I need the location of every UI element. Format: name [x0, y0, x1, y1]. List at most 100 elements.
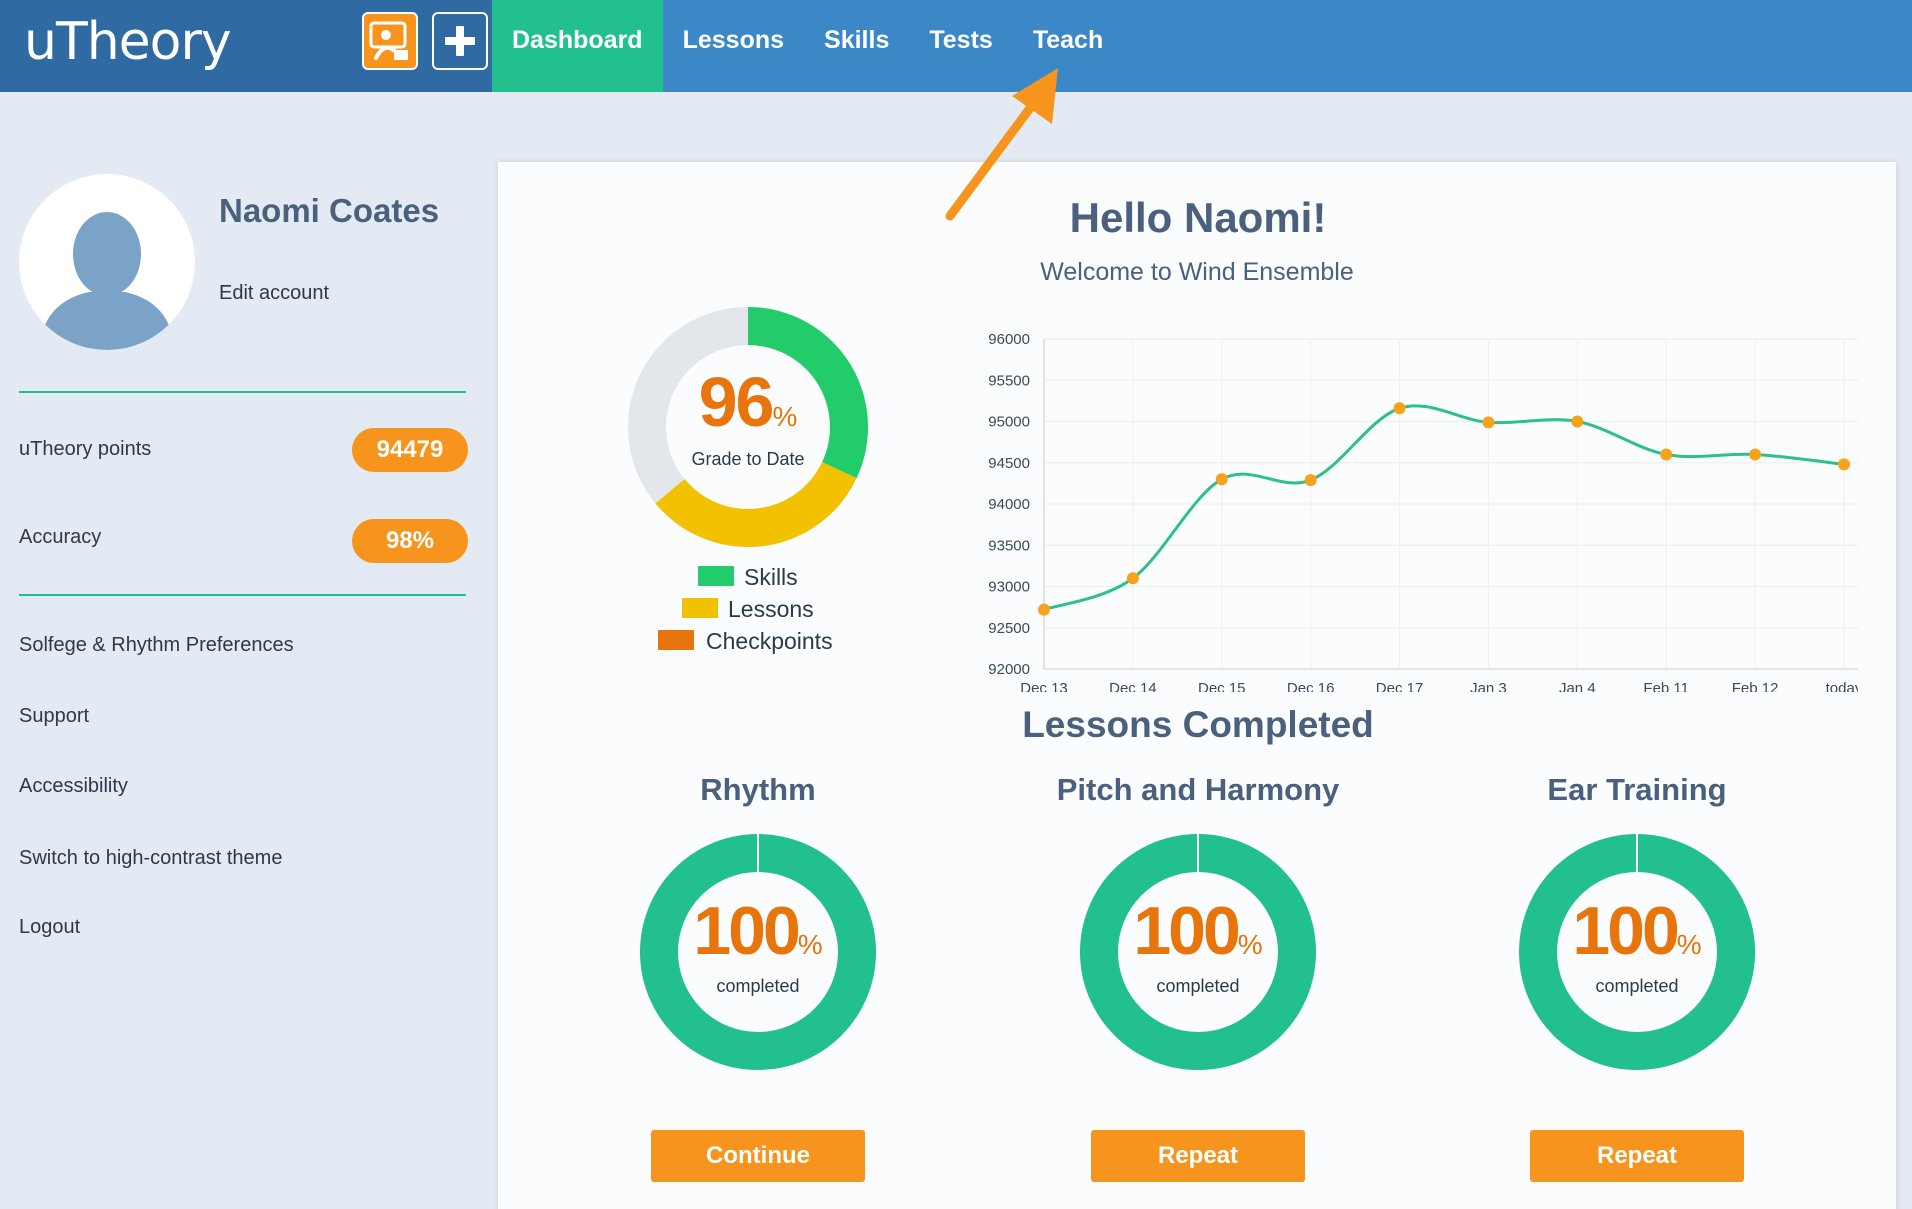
data-point[interactable] [1215, 473, 1228, 486]
nav-lessons[interactable]: Lessons [663, 0, 804, 92]
x-tick-label: Dec 15 [1198, 680, 1246, 692]
edit-account-link[interactable]: Edit account [219, 282, 329, 305]
lesson-unit: % [1237, 929, 1263, 960]
data-point[interactable] [1482, 416, 1495, 429]
y-tick-label: 93000 [988, 579, 1030, 596]
y-tick-label: 93500 [988, 537, 1030, 554]
lesson-caption: completed [716, 976, 800, 996]
lesson-title: Pitch and Harmony [1056, 772, 1340, 807]
lesson-caption: completed [1156, 976, 1240, 996]
data-point[interactable] [1393, 402, 1406, 415]
data-point[interactable] [1304, 474, 1317, 487]
x-tick-label: Feb 12 [1732, 680, 1779, 692]
legend-item: Checkpoints [638, 626, 858, 658]
lesson-rhythm: Rhythm 100% completed Continue [608, 772, 908, 1182]
lesson-center: 100% completed [1080, 834, 1316, 1070]
y-tick-label: 94500 [988, 455, 1030, 472]
plus-icon [445, 26, 475, 56]
lesson-pitch-harmony: Pitch and Harmony 100% completed Repeat [1048, 772, 1348, 1182]
legend-label: Skills [744, 564, 798, 590]
points-label: uTheory points [19, 438, 152, 460]
avatar[interactable] [19, 174, 195, 350]
lesson-caption: completed [1595, 976, 1679, 996]
sidebar-item-high-contrast[interactable]: Switch to high-contrast theme [19, 847, 282, 870]
legend-label: Lessons [728, 596, 814, 622]
arrow-icon [945, 68, 1058, 221]
welcome-text: Welcome to Wind Ensemble [1040, 258, 1354, 286]
legend-swatch [682, 598, 718, 618]
points-line-chart: 92000 92500 93000 93500 94000 94500 95000 95500… [988, 331, 1858, 692]
lesson-number: 100 [693, 893, 800, 969]
x-tick-label: Feb 11 [1643, 680, 1689, 692]
grade-caption: Grade to Date [691, 449, 805, 469]
lesson-ear-training: Ear Training 100% completed Repeat [1487, 772, 1787, 1182]
data-point[interactable] [1660, 448, 1673, 461]
divider [19, 391, 466, 393]
lesson-title: Ear Training [1547, 772, 1727, 807]
repeat-button[interactable]: Repeat [1530, 1130, 1744, 1182]
teacher-icon [369, 21, 408, 60]
series-line [1043, 404, 1845, 612]
sidebar-item-support[interactable]: Support [19, 705, 89, 728]
grade-center: 96% Grade to Date [628, 307, 868, 547]
y-tick-label: 96000 [988, 331, 1030, 348]
dashboard-card: Hello Naomi! Welcome to Wind Ensemble 96… [498, 162, 1896, 1209]
lesson-value: 100% [1519, 892, 1755, 970]
accuracy-label: Accuracy [19, 526, 102, 548]
points-badge: 94479 [352, 428, 468, 472]
sidebar-item-preferences[interactable]: Solfege & Rhythm Preferences [19, 634, 294, 657]
x-tick-label: Dec 17 [1376, 680, 1424, 692]
legend-label: Checkpoints [706, 628, 833, 654]
data-point[interactable] [1571, 415, 1584, 428]
legend-swatch [658, 630, 694, 650]
x-tick-label: today [1826, 680, 1858, 692]
data-point[interactable] [1126, 572, 1139, 585]
data-point[interactable] [1038, 603, 1050, 616]
repeat-button[interactable]: Repeat [1091, 1130, 1305, 1182]
teacher-icon-button[interactable] [362, 12, 418, 70]
x-tick-label: Jan 4 [1559, 680, 1596, 692]
lesson-value: 100% [1080, 892, 1316, 970]
lesson-center: 100% completed [1519, 834, 1755, 1070]
sidebar-item-accessibility[interactable]: Accessibility [19, 775, 128, 798]
app-logo[interactable]: uTheory [24, 12, 232, 72]
lesson-unit: % [1676, 929, 1702, 960]
add-button[interactable] [432, 12, 488, 70]
lesson-value: 100% [640, 892, 876, 970]
data-point[interactable] [1838, 458, 1850, 471]
sidebar-item-logout[interactable]: Logout [19, 916, 80, 939]
grade-number: 96 [698, 363, 775, 441]
x-tick-label: Dec 13 [1020, 680, 1068, 692]
lesson-number: 100 [1133, 893, 1240, 969]
legend-item: Lessons [638, 594, 858, 626]
nav-dashboard[interactable]: Dashboard [492, 0, 663, 92]
lesson-center: 100% completed [640, 834, 876, 1070]
legend-swatch [698, 566, 734, 586]
lesson-number: 100 [1572, 893, 1679, 969]
accuracy-badge: 98% [352, 519, 468, 563]
y-tick-label: 95000 [988, 414, 1030, 431]
x-tick-label: Jan 3 [1470, 680, 1507, 692]
lesson-title: Rhythm [700, 772, 816, 807]
sidebar: Naomi Coates Edit account uTheory points… [0, 92, 480, 1209]
data-point[interactable] [1749, 448, 1762, 461]
grade-unit: % [772, 401, 798, 432]
grade-legend: Skills Lessons Checkpoints [638, 562, 858, 658]
nav-skills[interactable]: Skills [804, 0, 909, 92]
continue-button[interactable]: Continue [651, 1130, 865, 1182]
y-tick-label: 92500 [988, 620, 1030, 637]
y-tick-label: 94000 [988, 496, 1030, 513]
divider [19, 594, 466, 596]
legend-item: Skills [638, 562, 858, 594]
lessons-completed-title: Lessons Completed [1022, 704, 1374, 745]
profile-name: Naomi Coates [219, 192, 440, 229]
x-tick-label: Dec 16 [1287, 680, 1335, 692]
y-tick-label: 92000 [988, 661, 1030, 678]
grade-value: 96% [628, 362, 868, 442]
logo-area: uTheory [0, 0, 492, 92]
lesson-unit: % [797, 929, 823, 960]
y-tick-label: 95500 [988, 372, 1030, 389]
user-silhouette-icon [19, 174, 195, 350]
greeting: Hello Naomi! [1069, 194, 1327, 241]
x-tick-label: Dec 14 [1109, 680, 1157, 692]
